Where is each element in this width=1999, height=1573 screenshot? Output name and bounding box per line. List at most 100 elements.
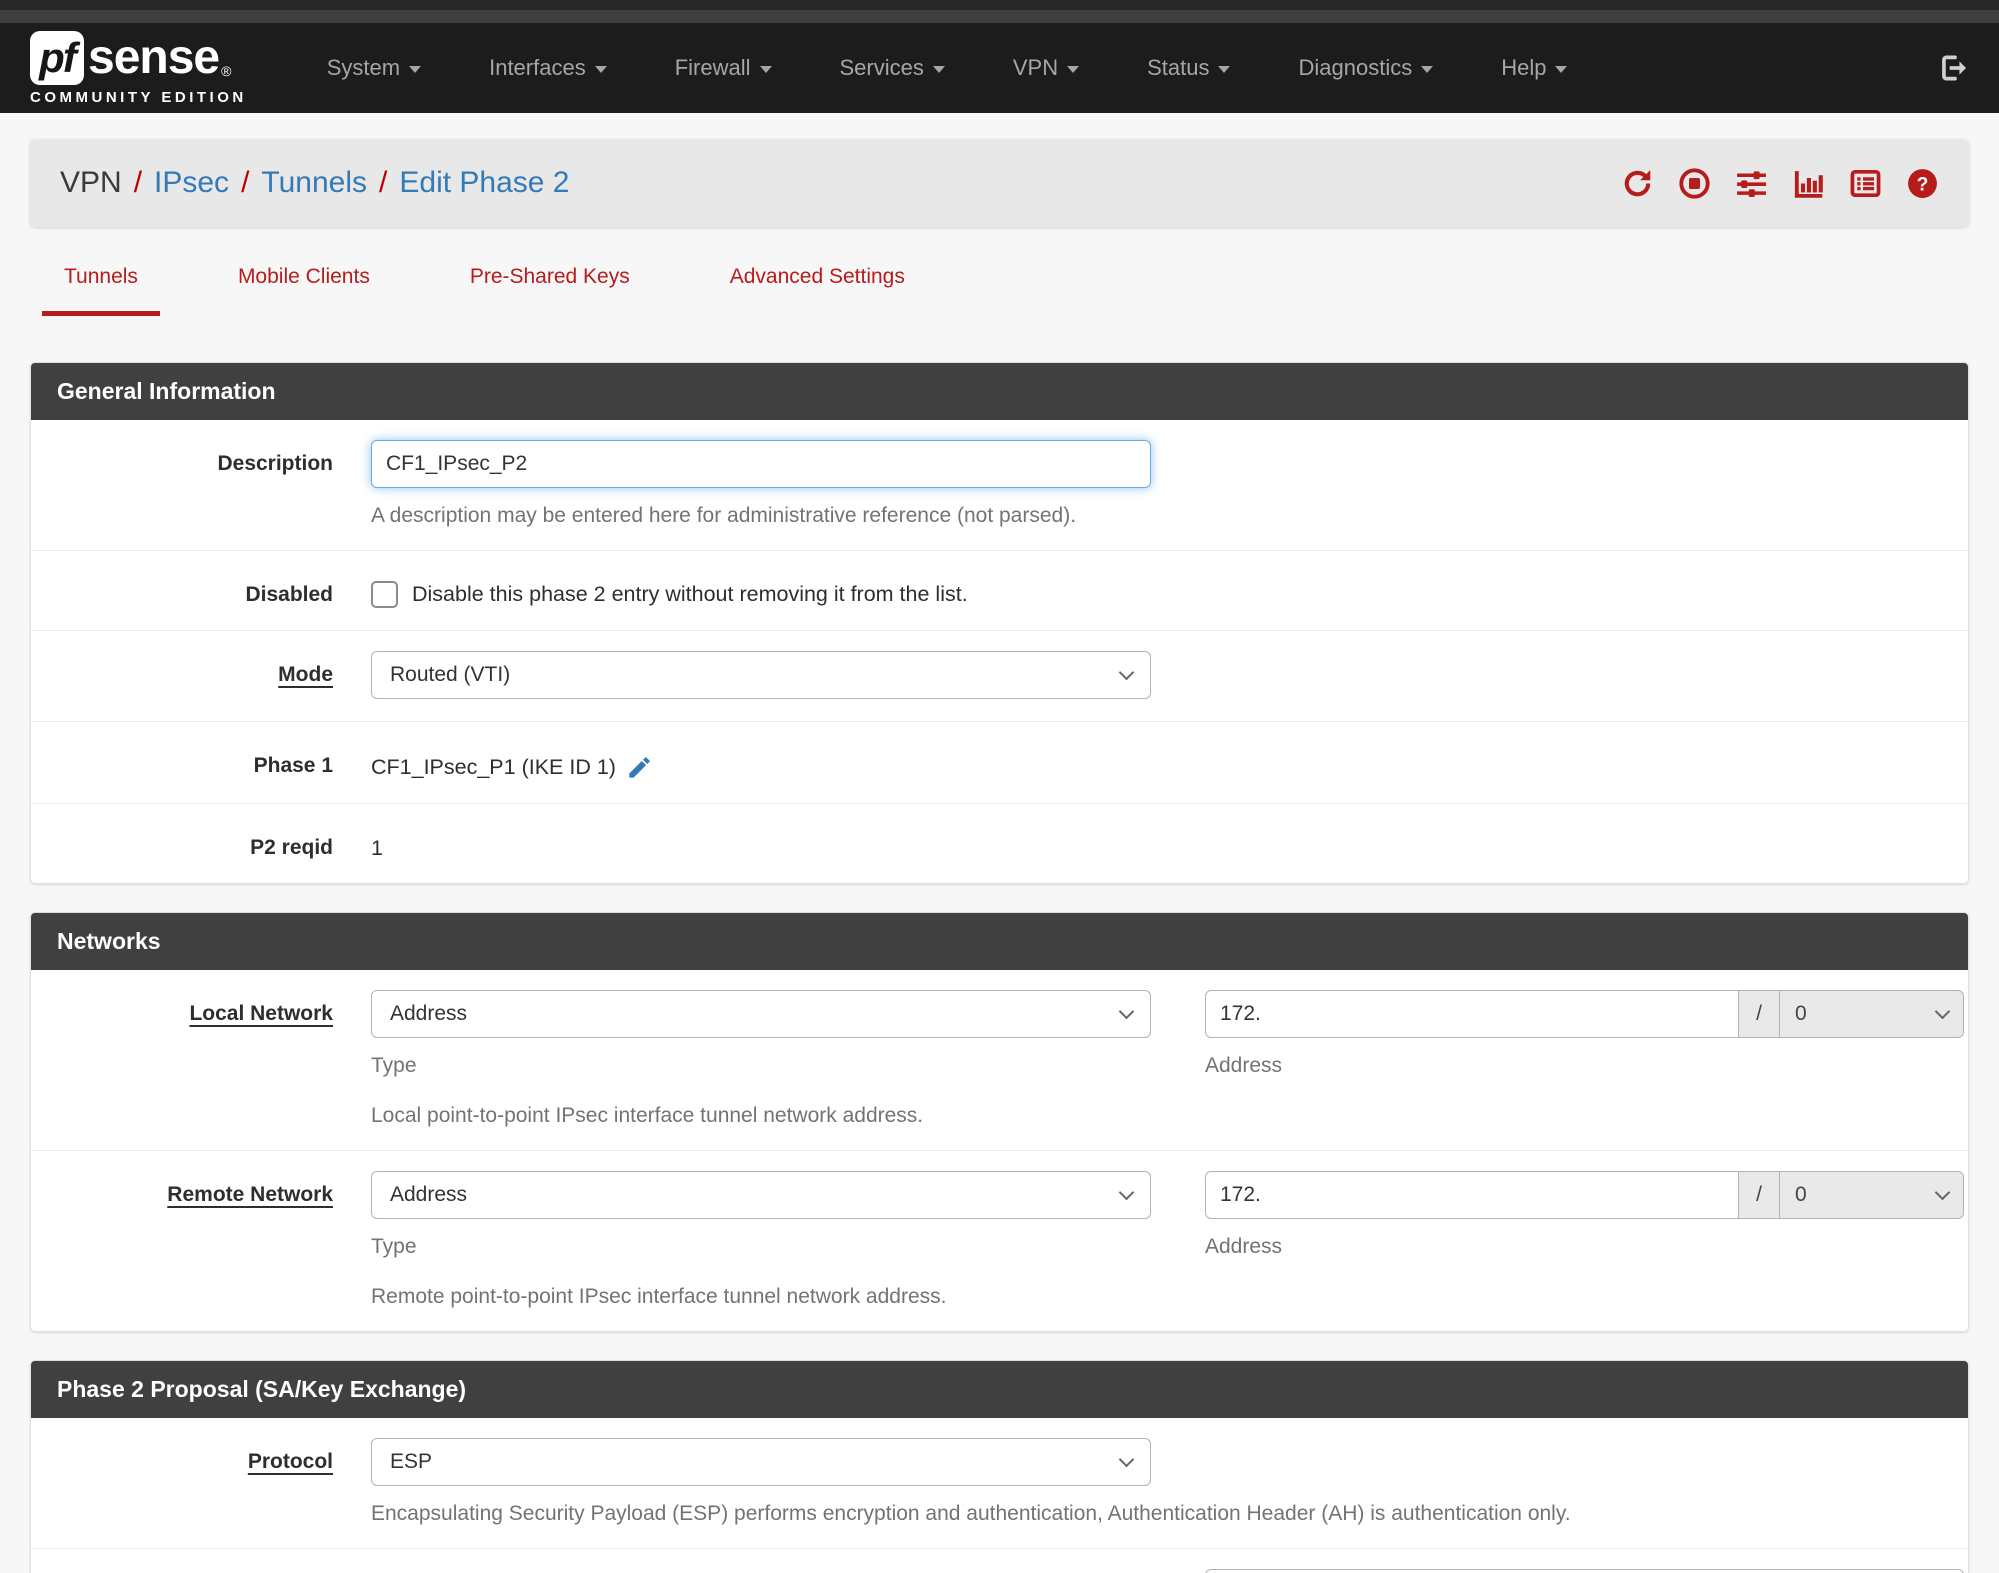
chevron-down-icon (1555, 66, 1568, 73)
protocol-help: Encapsulating Security Payload (ESP) per… (371, 1502, 1571, 1525)
description-label: Description (217, 452, 333, 475)
remote-network-mask-value: 0 (1795, 1183, 1807, 1206)
row-description: Description A description may be entered… (31, 420, 1968, 551)
chevron-down-icon (1421, 66, 1434, 73)
pfsense-logo[interactable]: pf sense ® COMMUNITY EDITION (30, 30, 247, 106)
phase2-proposal-panel: Phase 2 Proposal (SA/Key Exchange) Proto… (30, 1360, 1969, 1573)
local-network-mask-select[interactable]: 0 (1779, 990, 1964, 1038)
pencil-icon[interactable] (626, 754, 653, 781)
local-network-label: Local Network (189, 1002, 333, 1025)
chevron-down-icon (1067, 66, 1080, 73)
chart-bar-icon[interactable] (1792, 167, 1825, 200)
top-navbar: pf sense ® COMMUNITY EDITION System Inte… (0, 23, 1999, 113)
breadcrumb-vpn: VPN (60, 166, 122, 199)
row-remote-network: Remote Network Address Type / 0 (31, 1151, 1968, 1331)
remote-network-type-sublabel: Type (371, 1235, 417, 1258)
chevron-down-icon (1118, 664, 1135, 680)
menu-firewall[interactable]: Firewall (675, 55, 772, 81)
page-action-icons: ? (1621, 167, 1939, 200)
tab-mobile-clients[interactable]: Mobile Clients (216, 265, 392, 316)
protocol-label: Protocol (247, 1450, 333, 1473)
chevron-down-icon (1118, 1451, 1135, 1467)
local-network-type-value: Address (390, 1002, 468, 1025)
chevron-down-icon (1118, 1184, 1135, 1200)
protocol-select[interactable]: ESP (371, 1438, 1151, 1486)
breadcrumb-edit-phase2-link[interactable]: Edit Phase 2 (399, 166, 569, 200)
menu-vpn[interactable]: VPN (1013, 55, 1080, 81)
sliders-icon[interactable] (1735, 167, 1768, 200)
tab-advanced-settings[interactable]: Advanced Settings (708, 265, 927, 316)
redo-icon[interactable] (1621, 167, 1654, 200)
remote-network-mask-select[interactable]: 0 (1779, 1171, 1964, 1219)
remote-network-type-value: Address (390, 1183, 468, 1206)
window-top-strip (0, 0, 1999, 10)
menu-diagnostics[interactable]: Diagnostics (1298, 55, 1434, 81)
chevron-down-icon (1218, 66, 1231, 73)
mode-select-value: Routed (VTI) (390, 663, 511, 686)
registered-mark: ® (221, 63, 232, 79)
row-encryption-aes: Encryption Algorithms AES 256 b (31, 1549, 1968, 1573)
local-network-mask-value: 0 (1795, 1002, 1807, 1025)
remote-network-address-input[interactable] (1205, 1171, 1739, 1219)
breadcrumb: VPN / IPsec / Tunnels / Edit Phase 2 (60, 166, 570, 200)
general-information-panel: General Information Description A descri… (30, 362, 1969, 884)
local-network-slash-addon: / (1738, 990, 1780, 1038)
breadcrumb-separator: / (133, 166, 143, 199)
menu-help[interactable]: Help (1501, 55, 1568, 81)
main-menu: System Interfaces Firewall Services VPN … (327, 55, 1568, 81)
menu-status-label: Status (1147, 55, 1210, 80)
menu-system[interactable]: System (326, 55, 422, 81)
sense-logo-text: sense (88, 31, 220, 84)
mode-select[interactable]: Routed (VTI) (371, 651, 1151, 699)
menu-interfaces[interactable]: Interfaces (489, 55, 607, 81)
breadcrumb-separator: / (379, 166, 388, 199)
menu-system-label: System (326, 55, 401, 80)
networks-panel: Networks Local Network Address Type / (30, 912, 1969, 1332)
window-top-strip-2 (0, 10, 1999, 23)
row-mode: Mode Routed (VTI) (31, 631, 1968, 722)
chevron-down-icon (1118, 1003, 1135, 1019)
breadcrumb-bar: VPN / IPsec / Tunnels / Edit Phase 2 ? (30, 139, 1969, 227)
aes-bits-select[interactable]: 256 bits (1205, 1569, 1964, 1573)
ipsec-tabs: Tunnels Mobile Clients Pre-Shared Keys A… (30, 265, 1969, 316)
row-local-network: Local Network Address Type / 0 (31, 970, 1968, 1151)
menu-diagnostics-label: Diagnostics (1298, 55, 1413, 80)
local-network-type-select[interactable]: Address (371, 990, 1151, 1038)
remote-network-type-select[interactable]: Address (371, 1171, 1151, 1219)
sign-out-icon[interactable] (1937, 52, 1969, 84)
chevron-down-icon (1934, 1184, 1951, 1200)
phase1-label: Phase 1 (253, 754, 333, 777)
mode-label: Mode (278, 663, 333, 686)
menu-interfaces-label: Interfaces (489, 55, 586, 80)
remote-network-help: Remote point-to-point IPsec interface tu… (371, 1285, 947, 1308)
menu-status[interactable]: Status (1147, 55, 1231, 81)
disabled-checkbox[interactable] (371, 581, 398, 608)
local-network-address-input[interactable] (1205, 990, 1739, 1038)
disabled-checkbox-label: Disable this phase 2 entry without remov… (412, 582, 968, 606)
tab-tunnels[interactable]: Tunnels (42, 265, 160, 316)
menu-services[interactable]: Services (840, 55, 945, 81)
list-icon[interactable] (1849, 167, 1882, 200)
description-input[interactable] (371, 440, 1151, 488)
menu-services-label: Services (839, 55, 924, 80)
pf-logo-box: pf (30, 30, 84, 85)
help-circle-icon[interactable]: ? (1906, 167, 1939, 200)
local-network-address-sublabel: Address (1205, 1054, 1283, 1077)
panel-title-networks: Networks (31, 913, 1968, 970)
p2reqid-value: 1 (371, 836, 383, 860)
chevron-down-icon (409, 66, 422, 73)
p2reqid-label: P2 reqid (250, 836, 333, 859)
protocol-select-value: ESP (390, 1450, 433, 1473)
description-help: A description may be entered here for ad… (371, 504, 1077, 527)
remote-network-label: Remote Network (167, 1183, 333, 1206)
row-phase1: Phase 1 CF1_IPsec_P1 (IKE ID 1) (31, 722, 1968, 804)
remote-network-address-sublabel: Address (1205, 1235, 1283, 1258)
disabled-label: Disabled (245, 583, 333, 606)
breadcrumb-ipsec-link[interactable]: IPsec (154, 166, 229, 200)
stop-circle-icon[interactable] (1678, 167, 1711, 200)
panel-title-general-information: General Information (31, 363, 1968, 420)
breadcrumb-tunnels-link[interactable]: Tunnels (261, 166, 367, 200)
pf-logo-text: pf (39, 33, 77, 81)
svg-text:?: ? (1917, 174, 1929, 195)
tab-pre-shared-keys[interactable]: Pre-Shared Keys (448, 265, 652, 316)
